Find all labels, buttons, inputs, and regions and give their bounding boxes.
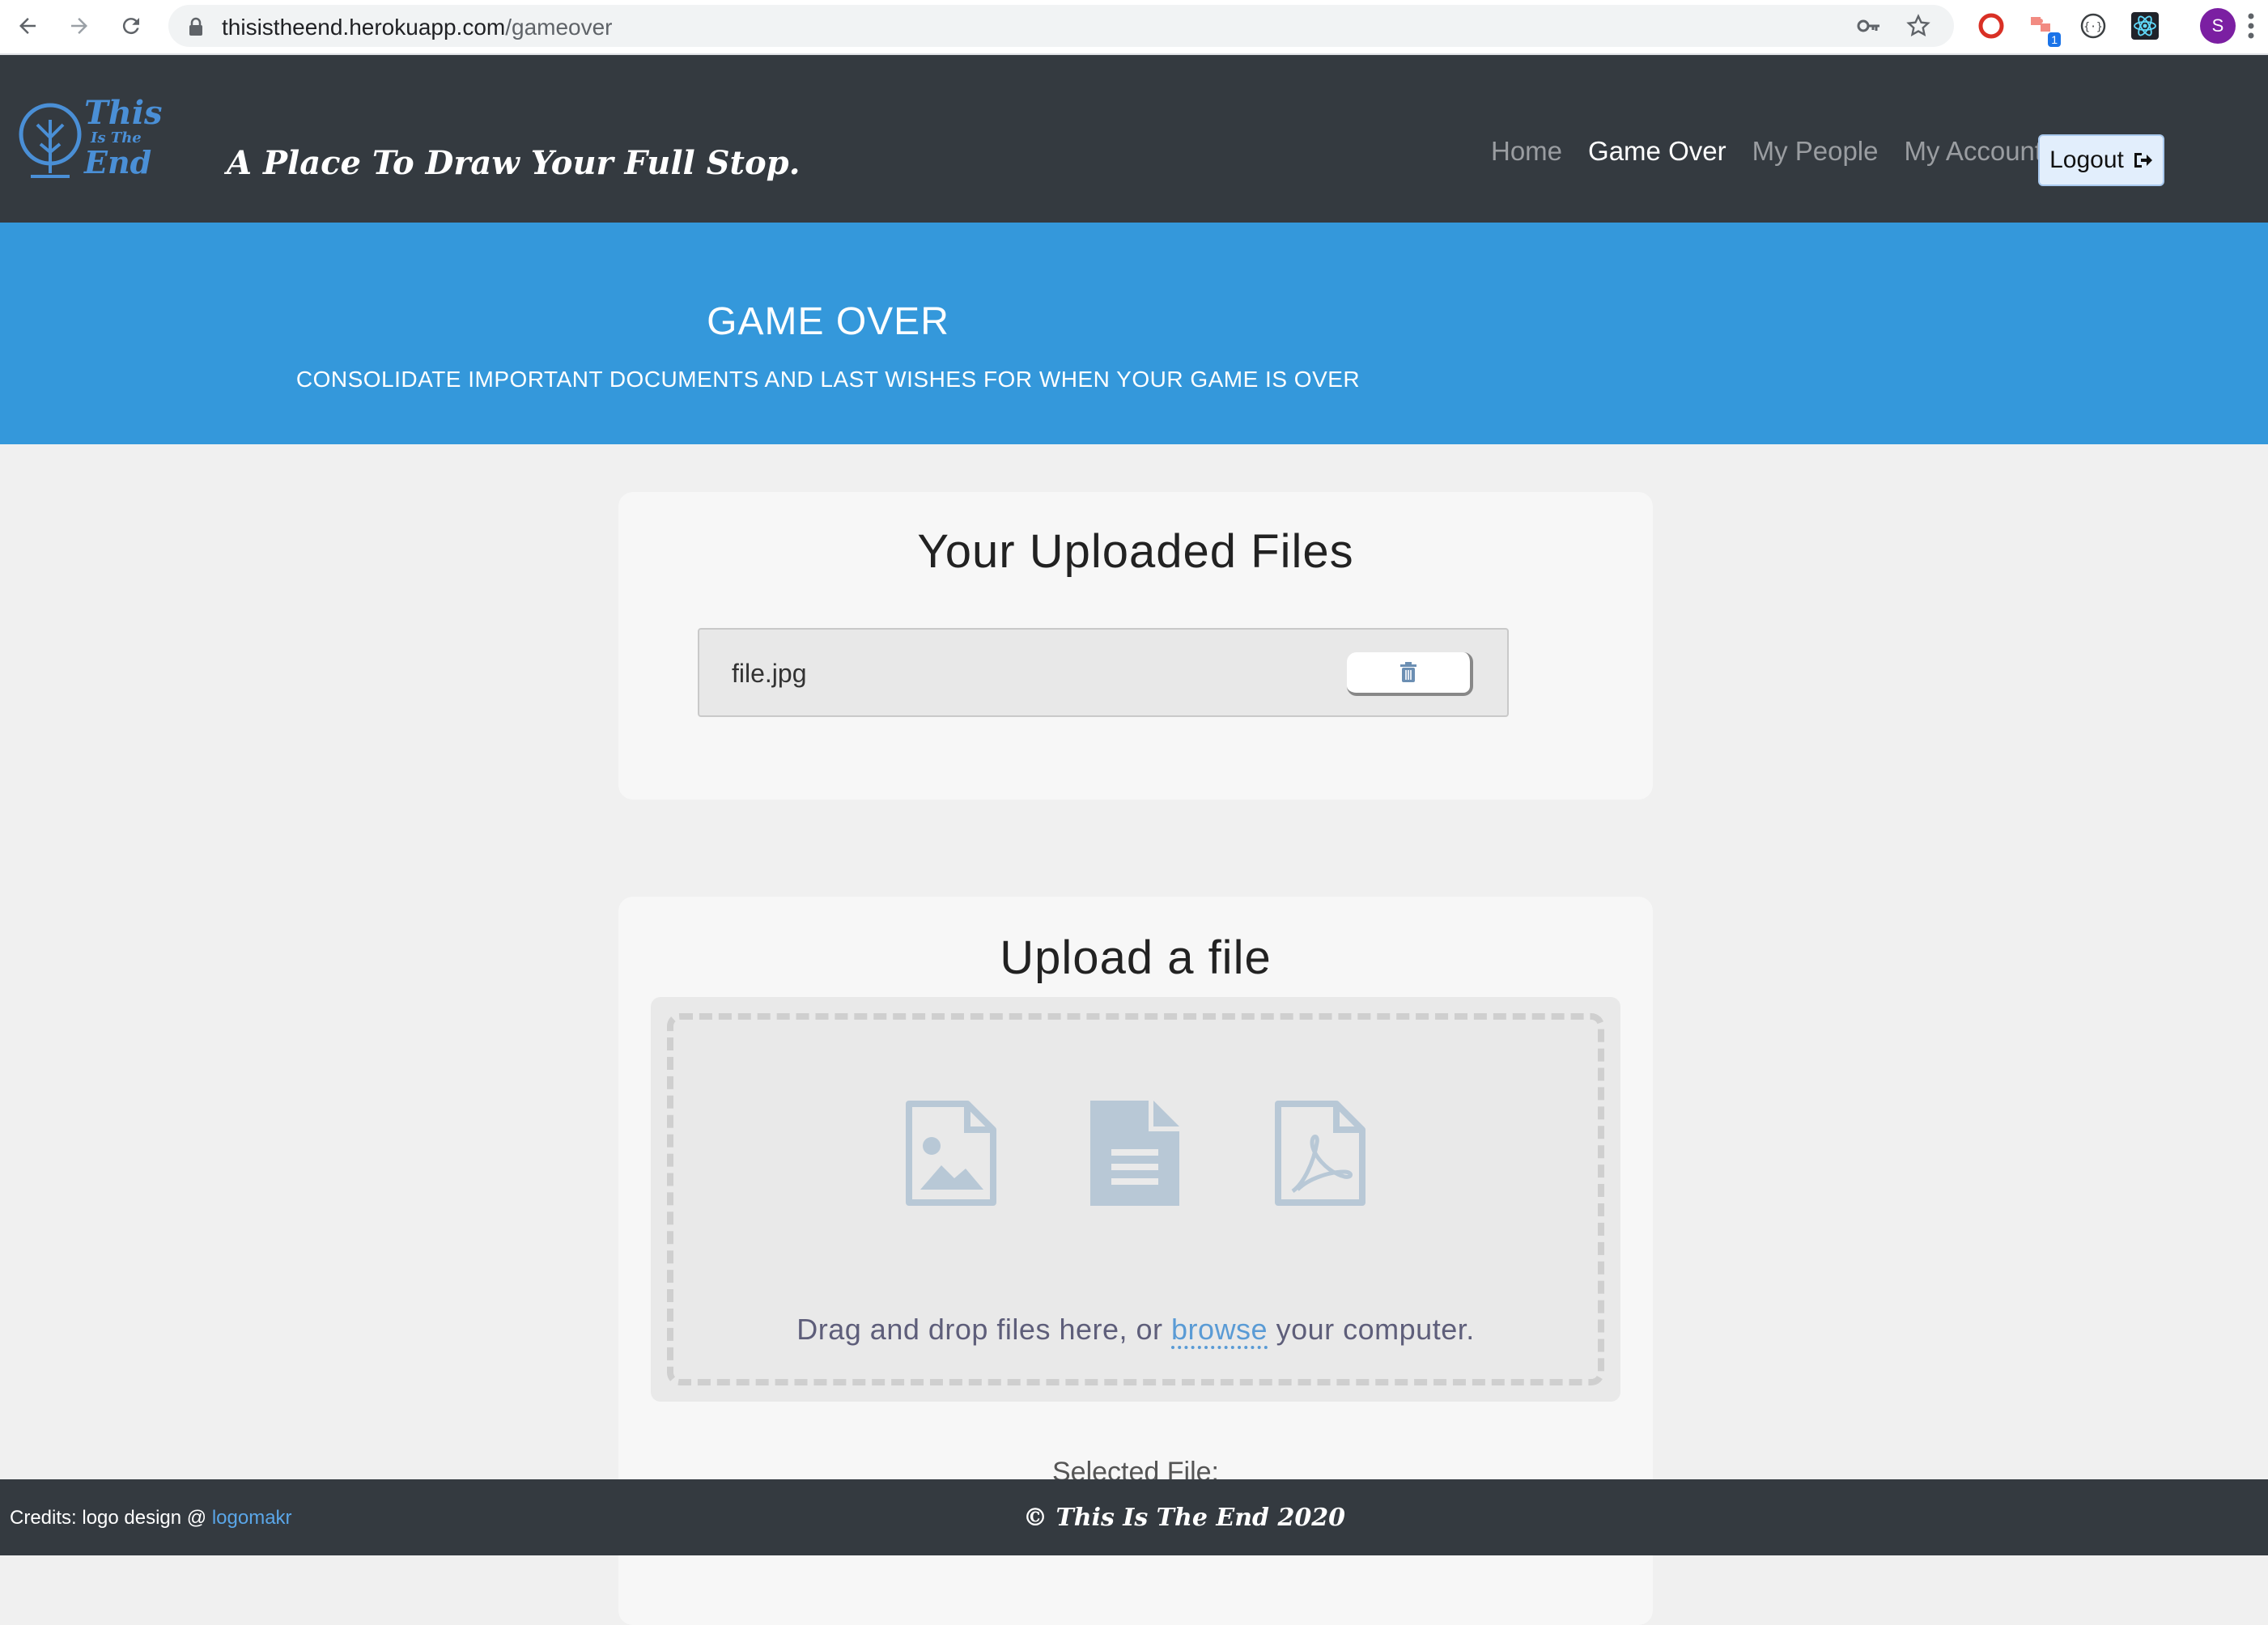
logomakr-link[interactable]: logomakr	[212, 1507, 292, 1529]
site-navbar: This Is The End A Place To Draw Your Ful…	[0, 55, 2268, 223]
nav-my-account-link[interactable]: My Account	[1905, 136, 2043, 167]
extension-react-icon[interactable]	[2129, 10, 2161, 42]
logo-text-this: This	[84, 94, 163, 132]
browse-link[interactable]: browse	[1171, 1313, 1268, 1349]
address-bar[interactable]: thisistheend.herokuapp.com/gameover	[168, 5, 1954, 47]
url-text: thisistheend.herokuapp.com/gameover	[222, 15, 613, 40]
extension-code-icon[interactable]: {·}	[2077, 10, 2109, 42]
text-file-icon	[1090, 1101, 1179, 1206]
file-list-item: file.jpg	[698, 628, 1509, 717]
pdf-file-icon	[1275, 1101, 1365, 1206]
logo-text-end: End	[84, 144, 152, 180]
extension-opera-icon[interactable]	[1975, 10, 2007, 42]
footer-copyright: © This Is The End 2020	[1023, 1504, 1345, 1532]
extension-puzzle-icon[interactable]: 1	[2025, 10, 2061, 47]
url-host: thisistheend.herokuapp.com	[222, 15, 506, 40]
back-button[interactable]	[11, 10, 44, 42]
dropzone-container: Drag and drop files here, or browse your…	[651, 997, 1620, 1402]
nav-my-people-link[interactable]: My People	[1752, 136, 1879, 167]
credits-text: Credits: logo design @	[10, 1507, 207, 1529]
file-dropzone[interactable]: Drag and drop files here, or browse your…	[667, 1013, 1604, 1385]
browser-menu-icon[interactable]	[2247, 11, 2255, 40]
site-logo[interactable]: This Is The End	[16, 94, 163, 185]
reload-button[interactable]	[115, 10, 147, 42]
browser-toolbar: thisistheend.herokuapp.com/gameover 1 {·…	[0, 0, 2268, 55]
dropzone-instructions: Drag and drop files here, or browse your…	[673, 1313, 1598, 1349]
logout-label: Logout	[2049, 146, 2124, 173]
logout-button[interactable]: Logout	[2038, 134, 2164, 186]
page-subtitle: CONSOLIDATE IMPORTANT DOCUMENTS AND LAST…	[295, 367, 1361, 392]
uploaded-files-heading: Your Uploaded Files	[917, 525, 1354, 578]
back-arrow-icon	[19, 18, 36, 34]
sign-out-icon	[2134, 153, 2152, 168]
reload-icon	[122, 18, 139, 35]
forward-button[interactable]	[63, 10, 96, 42]
page-title: GAME OVER	[707, 300, 949, 343]
svg-text:{·}: {·}	[2083, 21, 2102, 33]
nav-home-link[interactable]: Home	[1491, 136, 1562, 167]
upload-heading: Upload a file	[1000, 931, 1272, 984]
file-type-icons	[673, 1101, 1598, 1206]
forward-arrow-icon	[71, 18, 87, 34]
uploaded-files-card: Your Uploaded Files file.jpg	[618, 492, 1653, 800]
dropzone-text-before: Drag and drop files here, or	[796, 1313, 1163, 1346]
site-tagline: A Place To Draw Your Full Stop.	[227, 144, 801, 182]
url-path: /gameover	[505, 15, 613, 40]
site-footer: Credits: logo design @ logomakr © This I…	[0, 1479, 2268, 1555]
trash-icon	[1400, 662, 1416, 682]
key-icon[interactable]	[1857, 15, 1881, 36]
footer-credits: Credits: logo design @ logomakr	[10, 1507, 292, 1530]
extension-badge: 1	[2048, 32, 2061, 47]
dropzone-text-after: your computer.	[1276, 1313, 1475, 1346]
page-banner: GAME OVER CONSOLIDATE IMPORTANT DOCUMENT…	[0, 223, 2268, 444]
bookmark-star-icon[interactable]	[1905, 13, 1931, 39]
profile-initial: S	[2211, 15, 2224, 36]
profile-avatar[interactable]: S	[2200, 8, 2236, 44]
nav-game-over-link[interactable]: Game Over	[1588, 136, 1726, 167]
file-name[interactable]: file.jpg	[732, 659, 807, 689]
lock-icon	[189, 17, 202, 36]
image-file-icon	[906, 1101, 996, 1206]
delete-file-button[interactable]	[1347, 652, 1473, 696]
